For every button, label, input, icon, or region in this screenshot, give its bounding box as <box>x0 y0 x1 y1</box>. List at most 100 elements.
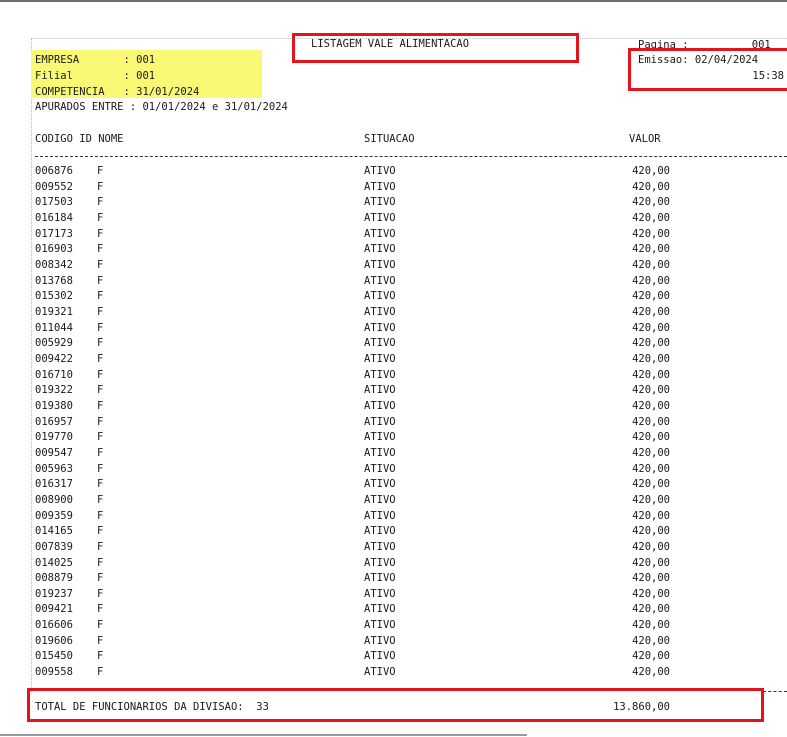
table-row: 008900 F ATIVO 420,00 <box>0 493 787 509</box>
employee-code: 013768 <box>35 274 73 287</box>
emission-annotation-box <box>628 48 787 91</box>
employee-code: 009552 <box>35 180 73 193</box>
employee-status: ATIVO <box>364 305 396 318</box>
employee-code: 011044 <box>35 321 73 334</box>
employee-code: 016184 <box>35 211 73 224</box>
employee-value: 420,00 <box>632 290 670 303</box>
employee-status: ATIVO <box>364 462 396 475</box>
table-row: 005929 F ATIVO 420,00 <box>0 336 787 352</box>
employee-value: 420,00 <box>632 462 670 475</box>
employee-id: F <box>97 509 104 522</box>
employee-value: 420,00 <box>632 384 670 397</box>
employee-status: ATIVO <box>364 243 396 256</box>
employee-status: ATIVO <box>364 509 396 522</box>
employee-status: ATIVO <box>364 399 396 412</box>
employee-code: 019321 <box>35 305 73 318</box>
employee-value: 420,00 <box>632 587 670 600</box>
company-field: EMPRESA : 001 <box>35 54 156 66</box>
employee-id: F <box>97 399 104 412</box>
table-row: 011044 F ATIVO 420,00 <box>0 321 787 337</box>
window-bottom-border <box>0 734 527 736</box>
table-row: 009558 F ATIVO 420,00 <box>0 665 787 681</box>
employee-value: 420,00 <box>632 337 670 350</box>
employee-id: F <box>97 525 104 538</box>
employee-status: ATIVO <box>364 337 396 350</box>
employee-id: F <box>97 227 104 240</box>
employee-value: 420,00 <box>632 619 670 632</box>
employee-status: ATIVO <box>364 165 396 177</box>
employee-value: 420,00 <box>632 634 670 647</box>
employee-status: ATIVO <box>364 415 396 428</box>
table-row: 016710 F ATIVO 420,00 <box>0 368 787 384</box>
table-row: 016957 F ATIVO 420,00 <box>0 415 787 431</box>
employee-value: 420,00 <box>632 321 670 334</box>
employee-id: F <box>97 603 104 616</box>
employee-code: 016903 <box>35 243 73 256</box>
employee-status: ATIVO <box>364 556 396 569</box>
employee-code: 015450 <box>35 650 73 663</box>
employee-id: F <box>97 384 104 397</box>
column-header-code-id-name: CODIGO ID NOME <box>35 133 124 145</box>
employee-id: F <box>97 305 104 318</box>
table-row: 007839 F ATIVO 420,00 <box>0 540 787 556</box>
employee-code: 005963 <box>35 462 73 475</box>
employee-code: 009421 <box>35 603 73 616</box>
table-row: 016317 F ATIVO 420,00 <box>0 477 787 493</box>
employee-value: 420,00 <box>632 368 670 381</box>
employee-code: 017173 <box>35 227 73 240</box>
header-separator <box>35 156 787 157</box>
employee-status: ATIVO <box>364 650 396 663</box>
employee-value: 420,00 <box>632 509 670 522</box>
employee-id: F <box>97 540 104 553</box>
competence-field: COMPETENCIA : 31/01/2024 <box>35 86 200 98</box>
employee-value: 420,00 <box>632 493 670 506</box>
table-row: 019770 F ATIVO 420,00 <box>0 430 787 446</box>
employee-code: 019380 <box>35 399 73 412</box>
employee-id: F <box>97 666 104 679</box>
employee-id: F <box>97 180 104 193</box>
employee-id: F <box>97 321 104 334</box>
employee-value: 420,00 <box>632 258 670 271</box>
employee-value: 420,00 <box>632 180 670 193</box>
employee-id: F <box>97 462 104 475</box>
employee-id: F <box>97 243 104 256</box>
employee-code: 016957 <box>35 415 73 428</box>
employee-code: 009547 <box>35 446 73 459</box>
employee-value: 420,00 <box>632 227 670 240</box>
table-row: 016184 F ATIVO 420,00 <box>0 211 787 227</box>
employee-id: F <box>97 493 104 506</box>
employee-value: 420,00 <box>632 478 670 491</box>
employee-status: ATIVO <box>364 368 396 381</box>
period-field: APURADOS ENTRE : 01/01/2024 e 31/01/2024 <box>35 101 288 113</box>
employee-id: F <box>97 352 104 365</box>
employee-status: ATIVO <box>364 540 396 553</box>
table-row: 016903 F ATIVO 420,00 <box>0 242 787 258</box>
employee-value: 420,00 <box>632 305 670 318</box>
table-row: 019322 F ATIVO 420,00 <box>0 383 787 399</box>
employee-id: F <box>97 368 104 381</box>
employee-code: 009422 <box>35 352 73 365</box>
employee-code: 014025 <box>35 556 73 569</box>
employee-id: F <box>97 634 104 647</box>
title-annotation-box <box>292 33 579 63</box>
employee-id: F <box>97 274 104 287</box>
total-annotation-box <box>27 688 764 722</box>
employee-value: 420,00 <box>632 650 670 663</box>
table-row: 016606 F ATIVO 420,00 <box>0 618 787 634</box>
table-row: 009421 F ATIVO 420,00 <box>0 602 787 618</box>
employee-code: 019237 <box>35 587 73 600</box>
employee-status: ATIVO <box>364 274 396 287</box>
employee-id: F <box>97 337 104 350</box>
table-row: 019237 F ATIVO 420,00 <box>0 587 787 603</box>
employee-value: 420,00 <box>632 243 670 256</box>
table-row: 009422 F ATIVO 420,00 <box>0 352 787 368</box>
employee-code: 016606 <box>35 619 73 632</box>
employee-code: 019770 <box>35 431 73 444</box>
employee-value: 420,00 <box>632 274 670 287</box>
employee-value: 420,00 <box>632 211 670 224</box>
employee-status: ATIVO <box>364 572 396 585</box>
branch-field: Filial : 001 <box>35 70 156 82</box>
table-row: 009552 F ATIVO 420,00 <box>0 180 787 196</box>
employee-status: ATIVO <box>364 196 396 209</box>
employee-status: ATIVO <box>364 258 396 271</box>
